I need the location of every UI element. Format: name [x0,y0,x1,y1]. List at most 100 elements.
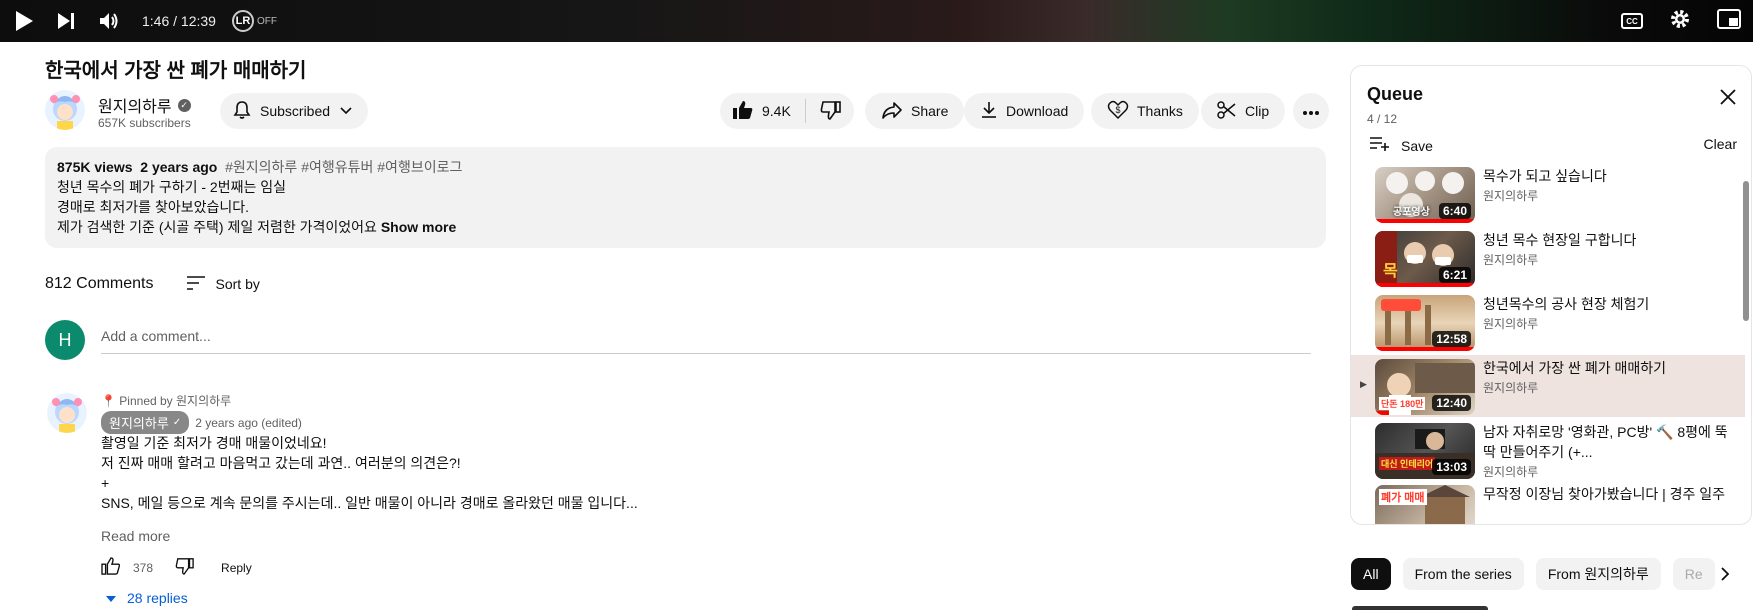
comments-header: 812 Comments Sort by [45,272,260,296]
chip-all[interactable]: All [1351,558,1391,590]
video-title: 한국에서 가장 싼 폐가 매매하기 [45,60,307,82]
reply-button[interactable]: Reply [221,561,252,575]
add-comment-input[interactable]: Add a comment... [101,328,1311,354]
queue-item-title: 한국에서 가장 싼 폐가 매매하기 [1483,360,1666,376]
add-comment-row: H Add a comment... [45,320,1311,362]
comment-author-avatar[interactable] [47,393,87,433]
dislike-button[interactable] [820,100,842,123]
subscriber-count: 657K subscribers [98,116,191,130]
lr-state: OFF [256,15,277,27]
share-icon [881,100,903,123]
queue-item[interactable]: 폐가 매매 무작정 이장님 찾아가봤습니다 | 경주 일주 [1351,481,1745,524]
chip-related[interactable]: Re [1672,558,1715,590]
user-avatar: H [45,320,85,360]
chevron-down-icon [338,102,354,121]
queue-save-button[interactable]: Save [1369,136,1433,155]
watched-progress-bar [1375,219,1475,223]
next-icon[interactable] [56,11,76,31]
close-icon[interactable] [1719,88,1737,111]
queue-item[interactable]: 공포영상 6:40 목수가 되고 싶습니다 원지의하루 [1351,163,1745,225]
volume-icon[interactable] [98,11,120,31]
queue-item-channel: 원지의하루 [1483,189,1539,203]
related-filter-chips: All From the series From 원지의하루 Re [1351,558,1751,590]
sort-by-label: Sort by [215,276,260,292]
svg-text:$: $ [1115,105,1120,115]
bell-icon [232,100,252,123]
thumbnail-caption: 단돈 180만 [1379,397,1426,410]
miniplayer-icon[interactable] [1717,8,1741,34]
queue-thumbnail: 단돈 180만 12:40 [1375,359,1475,415]
like-count: 9.4K [762,103,791,119]
comment-meta[interactable]: 2 years ago (edited) [195,416,302,430]
like-divider [804,99,806,123]
sort-icon [186,275,206,294]
like-button[interactable]: 9.4K [732,100,791,123]
description-meta: 875K views 2 years ago #원지의하루 #여행유튜버 #여행… [57,157,1314,177]
thumbs-down-icon [820,100,841,120]
video-duration: 13:03 [1432,459,1471,475]
view-replies-button[interactable]: 28 replies [105,590,188,606]
sort-by-button[interactable]: Sort by [186,275,260,294]
chip-from-channel[interactable]: From 원지의하루 [1535,558,1661,590]
clip-label: Clip [1245,103,1270,119]
thumbs-down-icon [175,558,194,575]
queue-item[interactable]: 목 6:21 청년 목수 현장일 구합니다 원지의하루 [1351,227,1745,289]
queue-item-channel: 원지의하루 [1483,465,1539,479]
channel-name[interactable]: 원지의하루 ✓ [98,93,191,117]
comment-like-count: 378 [133,560,154,575]
pin-icon: 📍 [101,394,116,408]
queue-scrollbar[interactable] [1743,181,1749,321]
queue-item-title: 청년 목수 현장일 구합니다 [1483,232,1637,248]
hashtags[interactable]: #원지의하루 #여행유튜버 #여행브이로그 [225,159,462,175]
thumbnail-caption: 대신 인테리어 [1379,457,1436,470]
comment-like-button[interactable] [101,557,121,578]
chevron-right-icon[interactable] [1718,566,1732,587]
play-icon[interactable] [14,10,34,32]
clip-button[interactable]: Clip [1201,93,1286,129]
channel-row: 원지의하루 ✓ 657K subscribers Subscribed 9.4K… [45,88,1329,136]
queue-item-title: 남자 자취로망 '영화관, PC방' 🔨 8평에 뚝딱 만들어주기 (+... [1483,424,1728,460]
queue-item[interactable]: 12:58 청년목수의 공사 현장 체험기 원지의하루 [1351,291,1745,353]
download-button[interactable]: Download [964,93,1085,129]
queue-thumbnail: 12:58 [1375,295,1475,351]
share-button[interactable]: Share [865,93,965,129]
thumbs-up-icon [732,100,754,123]
cc-icon[interactable]: CC [1621,13,1643,29]
chip-from-series[interactable]: From the series [1402,558,1524,590]
download-icon [980,100,998,123]
watched-progress-bar [1375,347,1475,351]
playlist-add-icon [1369,136,1391,155]
more-horizontal-icon [1302,103,1320,119]
thumbnail-caption: 공포영상 [1393,207,1430,218]
settings-icon[interactable] [1669,8,1691,35]
watched-progress-bar [1375,411,1389,415]
share-label: Share [911,103,949,119]
subscribed-button[interactable]: Subscribed [220,93,369,129]
comment-text: 촬영일 기준 최저가 경매 매물이었네요! 저 진짜 매매 할려고 마음먹고 갔… [101,433,1201,513]
comment-dislike-button[interactable] [175,557,195,578]
queue-position: 4 / 12 [1367,112,1398,126]
player-controls-bar: 1:46 / 12:39 LR OFF CC [0,0,1753,42]
pinned-label-text: Pinned by 원지의하루 [119,394,232,408]
comment-actions: 378 Reply [101,557,252,578]
watched-progress-bar [1375,283,1475,287]
queue-item-current[interactable]: ▶ 단돈 180만 12:40 한국에서 가장 싼 폐가 매매하기 원지의하루 [1351,355,1745,417]
read-more-link[interactable]: Read more [101,528,170,544]
channel-name-text[interactable]: 원지의하루 [98,93,172,117]
view-count: 875K views [57,159,133,175]
video-duration: 6:21 [1438,267,1471,283]
lr-toggle[interactable]: LR OFF [231,10,277,32]
now-playing-icon: ▶ [1360,379,1367,389]
more-actions-button[interactable] [1293,93,1329,129]
subscribed-label: Subscribed [260,103,331,119]
scissors-icon [1217,100,1237,123]
show-more-link[interactable]: Show more [381,219,456,235]
comment-author-chip[interactable]: 원지의하루 ✓ [101,411,190,434]
description-box[interactable]: 875K views 2 years ago #원지의하루 #여행유튜버 #여행… [45,147,1326,248]
download-label: Download [1006,103,1069,119]
queue-clear-button[interactable]: Clear [1704,136,1737,152]
queue-item-channel: 원지의하루 [1483,317,1539,331]
channel-avatar[interactable] [45,90,85,130]
thanks-button[interactable]: $ Thanks [1091,93,1199,129]
description-line-last: 제가 검색한 기준 (시골 주택) 제일 저렴한 가격이었어요 Show mor… [57,217,1314,237]
